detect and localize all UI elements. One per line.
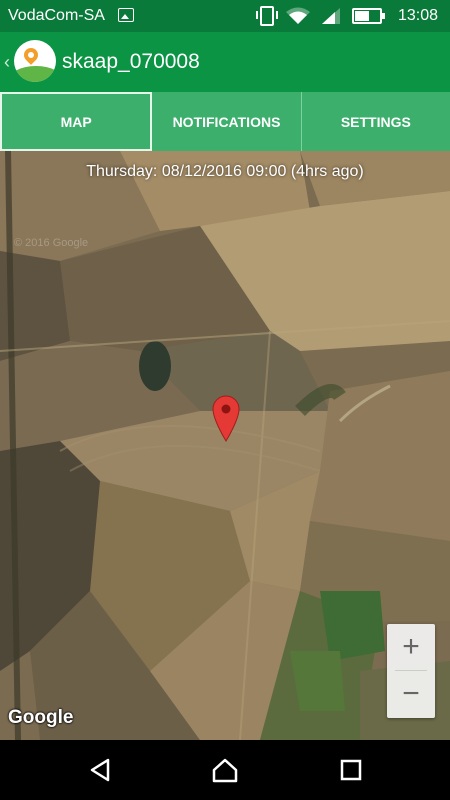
zoom-out-button[interactable]: − (387, 671, 435, 717)
recents-square-icon[interactable] (337, 756, 365, 784)
home-icon[interactable] (211, 756, 239, 784)
chevron-left-icon[interactable]: ‹ (4, 52, 10, 73)
google-attribution: Google (8, 707, 74, 728)
map-watermark: © 2016 Google (14, 237, 88, 249)
app-logo[interactable] (14, 40, 56, 82)
clock: 13:08 (397, 7, 438, 24)
carrier-name: VodaCom-SA (8, 7, 105, 24)
zoom-in-button[interactable]: + (387, 624, 435, 670)
tab-settings[interactable]: SETTINGS (302, 92, 450, 151)
satellite-imagery: © 2016 Google (0, 151, 450, 740)
satellite-map[interactable]: © 2016 Google Thursday: 08/12/2016 09:00… (0, 151, 450, 740)
zoom-controls: + − (387, 624, 435, 718)
wifi-icon (285, 7, 310, 24)
last-update-timestamp: Thursday: 08/12/2016 09:00 (4hrs ago) (86, 163, 364, 180)
picture-icon (118, 8, 134, 22)
app-bar: ‹ skaap_070008 (0, 32, 450, 92)
status-icons: 13:08 (255, 6, 438, 26)
system-nav-bar (0, 740, 450, 800)
battery-charging-icon (351, 8, 385, 24)
signal-icon (321, 8, 340, 24)
back-triangle-icon[interactable] (86, 756, 114, 784)
vibrate-icon (255, 6, 278, 26)
map-pin-icon[interactable] (211, 394, 241, 442)
status-bar: VodaCom-SA 13:08 (0, 0, 450, 32)
tab-notifications[interactable]: NOTIFICATIONS (152, 92, 302, 151)
tab-map[interactable]: MAP (0, 92, 153, 151)
page-title: skaap_070008 (62, 50, 200, 73)
tab-bar: MAP NOTIFICATIONS SETTINGS (0, 92, 450, 151)
